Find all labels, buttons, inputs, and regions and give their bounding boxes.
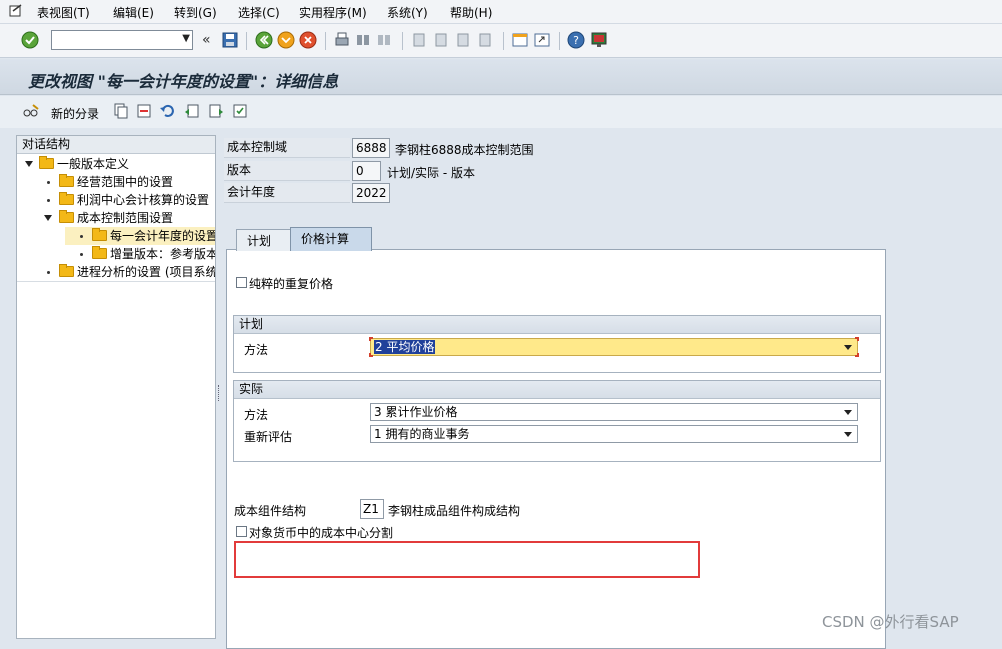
menu-edit[interactable]: 编辑(E) [113, 4, 154, 21]
tab-price-calc[interactable]: 价格计算 [290, 227, 372, 251]
splitter[interactable] [216, 135, 224, 639]
tree-item-controlling-area[interactable]: 成本控制范围设置 [17, 209, 215, 227]
dialog-structure-tree: 对话结构 一般版本定义 经营范围中的设置 利润中心会计核算的设置 成本控制范围设… [16, 135, 216, 639]
expand-arrow-icon[interactable] [44, 215, 52, 221]
help-icon[interactable]: ? [567, 31, 585, 49]
pure-revaluation-label: 纯粹的重复价格 [249, 277, 334, 291]
menu-system[interactable]: 系统(Y) [387, 4, 428, 21]
delete-icon[interactable] [136, 103, 152, 119]
actual-method-label: 方法 [244, 408, 269, 422]
back-icon[interactable] [255, 31, 273, 49]
cost-component-desc: 李钢柱成品组件构成结构 [388, 504, 521, 518]
command-field[interactable]: ▼ [51, 30, 193, 50]
tab-plan[interactable]: 计划 [236, 229, 292, 251]
folder-icon [59, 192, 74, 205]
next-entry-icon[interactable] [208, 103, 224, 119]
bullet-icon [80, 235, 83, 238]
exit-icon[interactable] [277, 31, 295, 49]
expand-arrow-icon[interactable] [25, 161, 33, 167]
page-title: 更改视图 "每一会计年度的设置"：详细信息 [28, 72, 339, 91]
actual-group: 实际 方法 3 累计作业价格 重新评估 1 拥有的商业事务 [233, 380, 881, 462]
cancel-icon[interactable] [299, 31, 317, 49]
cost-component-field[interactable]: Z1 [360, 499, 384, 519]
pure-revaluation-checkbox[interactable] [236, 277, 247, 288]
folder-icon [59, 264, 74, 277]
controlling-area-desc: 李钢柱6888成本控制范围 [395, 143, 534, 157]
chevron-down-icon[interactable] [844, 432, 852, 437]
plan-method-dropdown[interactable]: 2 平均价格 [369, 337, 859, 357]
find-icon[interactable] [354, 31, 372, 49]
plan-method-label: 方法 [244, 343, 269, 357]
shortcut-icon[interactable] [533, 31, 551, 49]
previous-entry-icon[interactable] [184, 103, 200, 119]
chevron-down-icon[interactable] [844, 345, 852, 350]
first-page-icon[interactable] [410, 31, 428, 49]
undo-icon[interactable] [159, 103, 175, 119]
menu-utilities[interactable]: 实用程序(M) [299, 4, 367, 21]
new-entries-button[interactable]: 新的分录 [51, 105, 99, 122]
select-all-icon[interactable] [232, 103, 248, 119]
menu-bar: 表视图(T) 编辑(E) 转到(G) 选择(C) 实用程序(M) 系统(Y) 帮… [0, 0, 1002, 24]
tree-item-delta-version[interactable]: 增量版本：参考版本的分 [17, 245, 215, 263]
application-toolbar: 新的分录 [0, 96, 1002, 128]
bullet-icon [47, 181, 50, 184]
cost-center-split-label: 对象货币中的成本中心分割 [249, 526, 394, 540]
enter-check-icon[interactable] [21, 31, 39, 49]
tree-item-profit-center[interactable]: 利润中心会计核算的设置 [17, 191, 215, 209]
last-page-icon[interactable] [476, 31, 494, 49]
tree-item-process-analysis[interactable]: 进程分析的设置 (项目系统 [17, 263, 215, 281]
glasses-pencil-icon[interactable] [22, 103, 40, 121]
cost-component-label: 成本组件结构 [234, 504, 307, 518]
menu-help[interactable]: 帮助(H) [450, 4, 492, 21]
fiscal-year-field[interactable]: 2022 [352, 183, 390, 203]
bullet-icon [47, 271, 50, 274]
menu-selection[interactable]: 选择(C) [238, 4, 280, 21]
plan-group: 计划 方法 2 平均价格 [233, 315, 881, 373]
menu-table-view[interactable]: 表视图(T) [37, 4, 90, 21]
folder-icon [92, 228, 107, 241]
previous-page-icon[interactable] [432, 31, 450, 49]
revaluation-dropdown[interactable]: 1 拥有的商业事务 [370, 425, 858, 443]
folder-icon [59, 174, 74, 187]
menu-goto[interactable]: 转到(G) [174, 4, 217, 21]
watermark: CSDN @外行看SAP [822, 613, 959, 631]
save-icon[interactable] [221, 31, 239, 49]
layout-menu-icon[interactable] [590, 31, 608, 49]
cost-center-split-checkbox[interactable] [236, 526, 247, 537]
tab-panel-price-calc: 纯粹的重复价格 计划 方法 2 平均价格 实际 方法 3 累计作业价格 重新评估 [226, 249, 886, 649]
folder-icon [39, 156, 54, 169]
create-session-icon[interactable] [511, 31, 529, 49]
controlling-area-label: 成本控制域 [224, 138, 350, 158]
next-page-icon[interactable] [454, 31, 472, 49]
actual-group-title: 实际 [234, 381, 880, 399]
double-chevron-left-icon[interactable]: « [202, 32, 211, 48]
tree-header: 对话结构 [17, 136, 215, 154]
bullet-icon [80, 253, 83, 256]
fiscal-year-label: 会计年度 [224, 183, 350, 203]
svg-text:?: ? [573, 34, 579, 47]
menu-icon[interactable] [9, 4, 23, 18]
detail-area: 成本控制域 6888 李钢柱6888成本控制范围 版本 0 计划/实际 - 版本… [224, 128, 1002, 649]
folder-icon [59, 210, 74, 223]
find-next-icon[interactable] [375, 31, 393, 49]
version-desc: 计划/实际 - 版本 [387, 166, 476, 180]
print-icon[interactable] [333, 31, 351, 49]
tree-item-fiscal-year-settings[interactable]: 每一会计年度的设置 [65, 227, 215, 245]
chevron-down-icon[interactable] [844, 410, 852, 415]
version-field[interactable]: 0 [352, 161, 381, 181]
copy-icon[interactable] [113, 103, 129, 119]
bullet-icon [47, 199, 50, 202]
standard-toolbar: ▼ « ? [0, 24, 1002, 58]
revaluation-label: 重新评估 [244, 430, 293, 444]
version-label: 版本 [224, 161, 350, 181]
actual-method-dropdown[interactable]: 3 累计作业价格 [370, 403, 858, 421]
controlling-area-field[interactable]: 6888 [352, 138, 390, 158]
highlight-box [234, 541, 700, 578]
tree-item-business-area[interactable]: 经营范围中的设置 [17, 173, 215, 191]
chevron-down-icon[interactable]: ▼ [182, 33, 190, 44]
plan-group-title: 计划 [234, 316, 880, 334]
folder-icon [92, 246, 107, 259]
title-bar: 更改视图 "每一会计年度的设置"：详细信息 [0, 59, 1002, 95]
tree-item-general-version[interactable]: 一般版本定义 [17, 155, 215, 173]
